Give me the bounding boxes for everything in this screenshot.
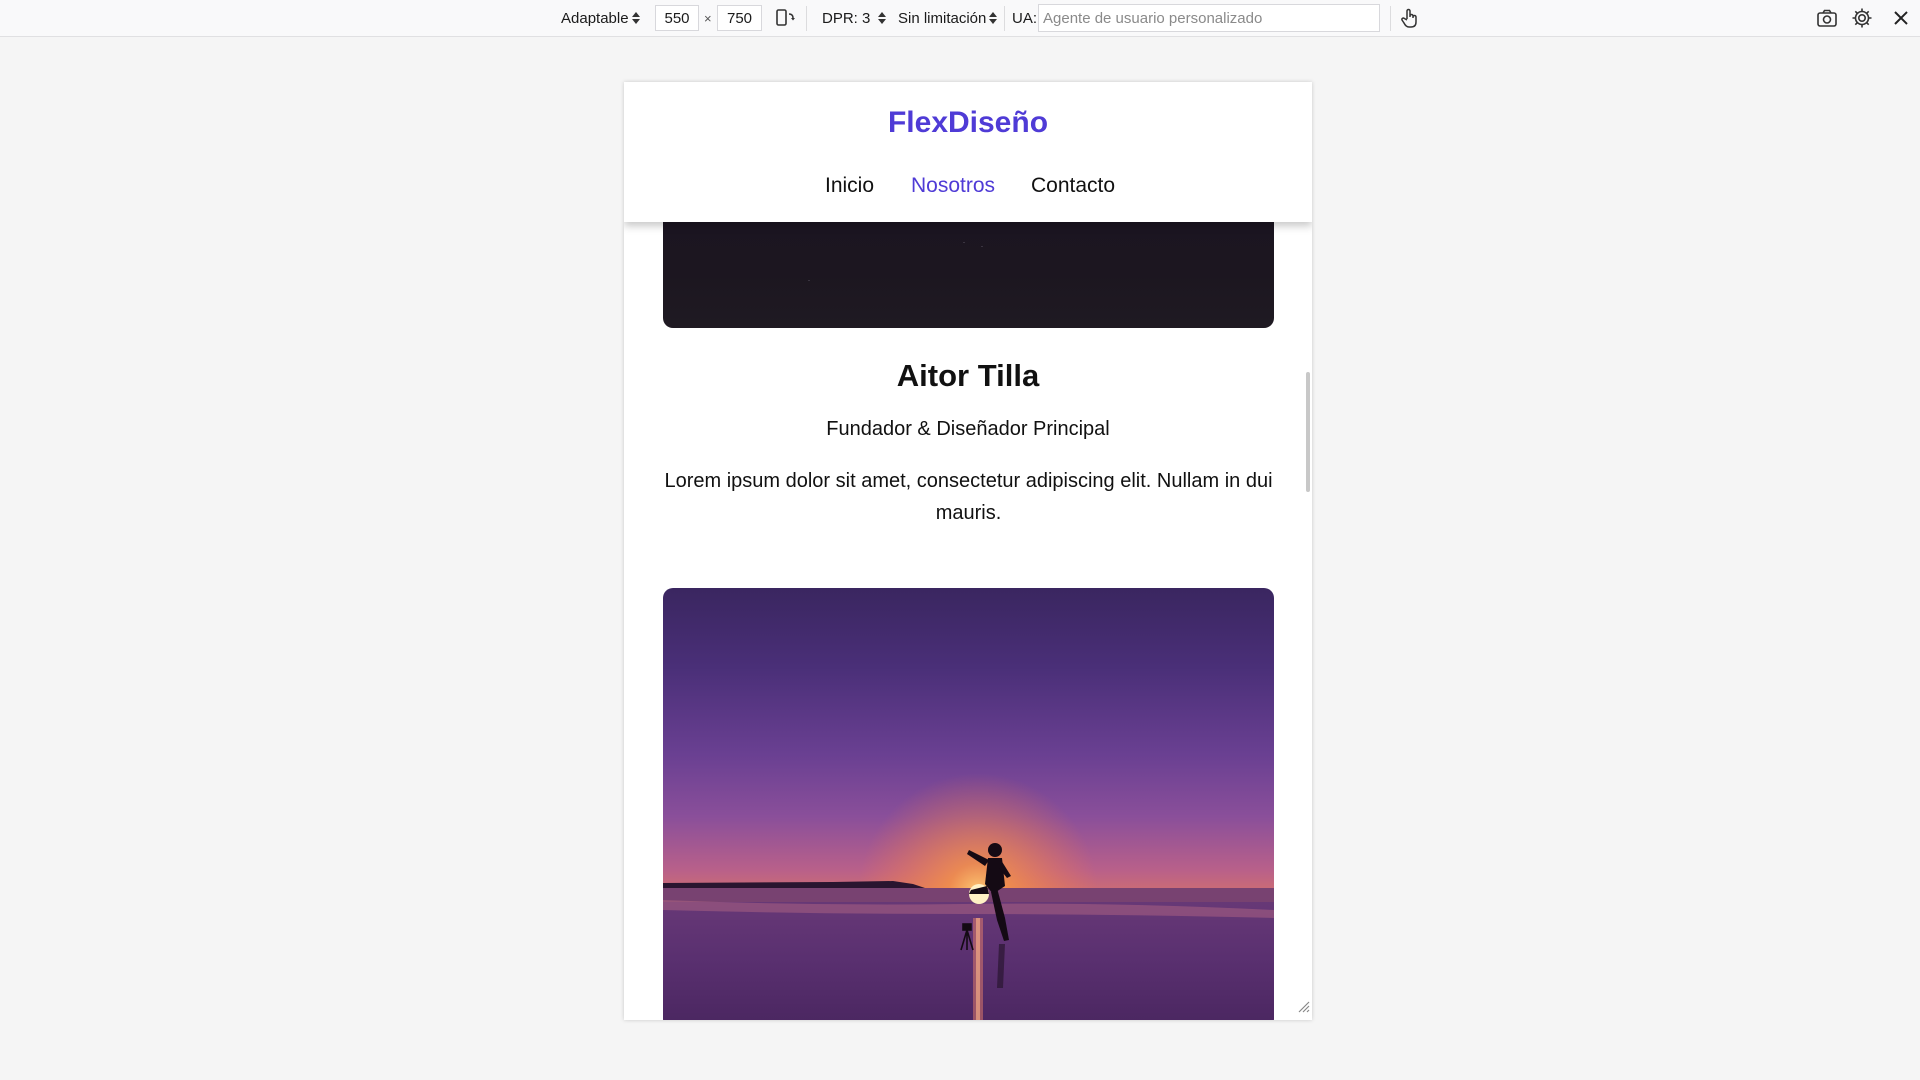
device-mode-select[interactable]: Adaptable bbox=[561, 0, 640, 36]
gear-icon[interactable] bbox=[1849, 5, 1875, 31]
screenshot-icon[interactable] bbox=[1814, 5, 1840, 31]
photo-detail bbox=[981, 246, 983, 247]
dpr-label: DPR: 3 bbox=[822, 9, 871, 27]
team-photo-sunset bbox=[663, 588, 1274, 1020]
throttling-label: Sin limitación bbox=[898, 9, 987, 27]
close-icon[interactable] bbox=[1888, 5, 1914, 31]
resize-grip-icon[interactable] bbox=[1296, 999, 1310, 1018]
dpr-select[interactable]: DPR: 3 bbox=[822, 0, 887, 36]
photo-detail bbox=[808, 280, 810, 281]
scrollbar-thumb[interactable] bbox=[1306, 372, 1310, 492]
nav-link-inicio[interactable]: Inicio bbox=[825, 174, 874, 198]
network-throttling-select[interactable]: Sin limitación bbox=[898, 0, 998, 36]
viewport-height-input[interactable]: 750 bbox=[717, 5, 762, 31]
rotate-device-icon[interactable] bbox=[772, 5, 798, 31]
select-arrows-icon bbox=[989, 12, 998, 24]
toolbar-divider bbox=[1004, 6, 1005, 31]
team-member-name: Aitor Tilla bbox=[896, 358, 1040, 393]
device-viewport: Aitor Tilla Fundador & Diseñador Princip… bbox=[624, 82, 1312, 1020]
site-logo[interactable]: FlexDiseño bbox=[624, 106, 1312, 140]
sunset-silhouette-image bbox=[663, 588, 1274, 1020]
touch-simulation-icon[interactable] bbox=[1397, 5, 1423, 31]
nav-link-nosotros[interactable]: Nosotros bbox=[911, 174, 995, 198]
toolbar-divider bbox=[1390, 6, 1391, 31]
device-mode-label: Adaptable bbox=[561, 9, 629, 27]
user-agent-input[interactable]: Agente de usuario personalizado bbox=[1038, 4, 1380, 32]
page-content: Aitor Tilla Fundador & Diseñador Princip… bbox=[624, 82, 1312, 1020]
team-member-bio: Lorem ipsum dolor sit amet, consectetur … bbox=[664, 470, 1273, 524]
viewport-width-input[interactable]: 550 bbox=[655, 5, 699, 31]
responsive-design-toolbar: Adaptable 550 × 750 DPR: 3 Sin limitació… bbox=[0, 0, 1920, 37]
select-arrows-icon bbox=[878, 12, 887, 24]
select-arrows-icon bbox=[631, 12, 640, 24]
nav-link-contacto[interactable]: Contacto bbox=[1031, 174, 1115, 198]
toolbar-divider bbox=[806, 6, 807, 31]
site-header: FlexDiseño Inicio Nosotros Contacto bbox=[624, 82, 1312, 222]
team-member-role: Fundador & Diseñador Principal bbox=[826, 418, 1110, 440]
ua-label-text: UA: bbox=[1012, 9, 1038, 27]
dimension-separator: × bbox=[704, 11, 712, 26]
ua-label: UA: bbox=[1012, 0, 1037, 36]
photo-detail bbox=[963, 242, 965, 243]
